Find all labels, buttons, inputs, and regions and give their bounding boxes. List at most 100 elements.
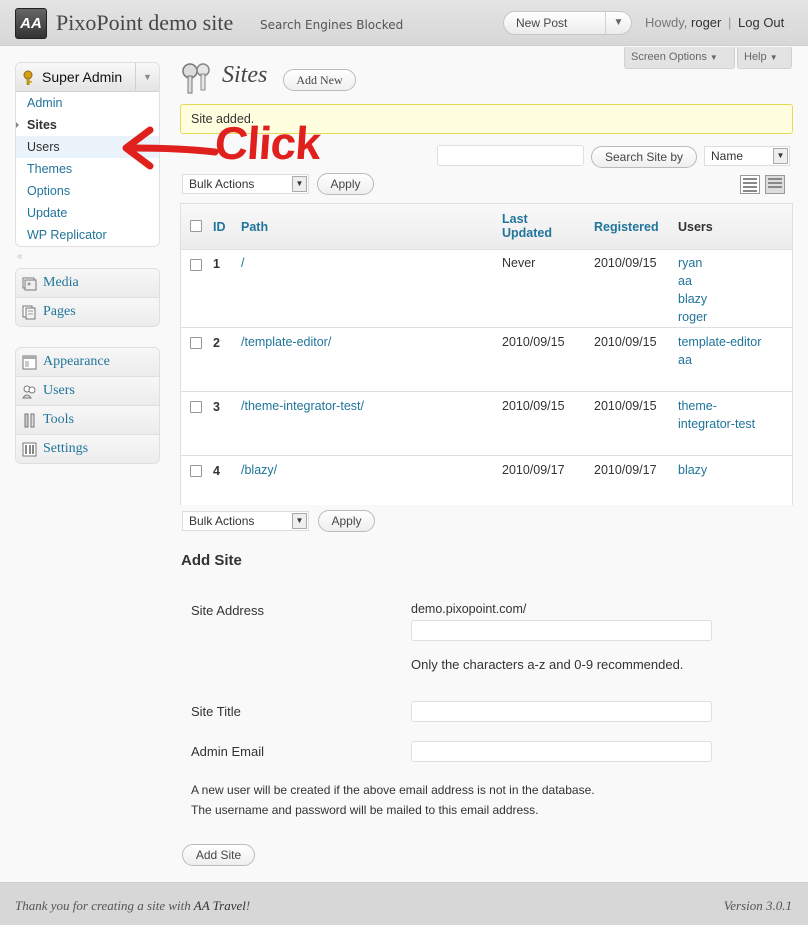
sidebar-item-media[interactable]: Media: [16, 269, 159, 298]
sidebar-item-update[interactable]: Update: [16, 202, 159, 224]
sidebar-item-users-main[interactable]: Users: [16, 377, 159, 406]
user-link[interactable]: blazy: [678, 461, 707, 479]
footer-theme-link[interactable]: AA Travel: [194, 898, 246, 913]
user-link[interactable]: aa: [678, 272, 692, 290]
add-site-heading: Add Site: [181, 552, 242, 569]
table-row: 1 / Never 2010/09/15 ryan aa blazy roger: [181, 250, 792, 328]
menu-separator[interactable]: «: [17, 251, 23, 262]
row-checkbox[interactable]: [190, 337, 202, 349]
sidebar-item-appearance[interactable]: Appearance: [16, 348, 159, 377]
user-link[interactable]: integrator-test: [678, 415, 755, 433]
site-logo[interactable]: AA: [15, 8, 47, 39]
user-link[interactable]: ryan: [678, 254, 702, 272]
bulk-actions-label: Bulk Actions: [189, 514, 255, 528]
sites-table: ID Path Last Updated Registered Users 1 …: [180, 203, 793, 505]
user-link[interactable]: aa: [678, 351, 692, 369]
registered-date: 2010/09/15: [594, 335, 657, 349]
chevron-down-icon: ▼: [773, 148, 788, 164]
column-path[interactable]: Path: [241, 220, 268, 234]
row-checkbox[interactable]: [190, 465, 202, 477]
chevron-down-icon: ▼: [292, 176, 307, 192]
search-field-select[interactable]: Name ▼: [704, 146, 790, 166]
sidebar-item-admin[interactable]: Admin: [16, 92, 159, 114]
column-registered[interactable]: Registered: [594, 220, 659, 234]
column-last-updated[interactable]: Last Updated: [502, 212, 552, 240]
add-site-button[interactable]: Add Site: [182, 844, 255, 866]
site-title[interactable]: PixoPoint demo site: [56, 10, 233, 36]
registered-date: 2010/09/15: [594, 399, 657, 413]
user-link[interactable]: theme-: [678, 397, 717, 415]
pages-icon: [22, 305, 36, 320]
settings-label: Settings: [43, 441, 89, 456]
site-path-link[interactable]: /theme-integrator-test/: [241, 397, 364, 415]
logout-link[interactable]: Log Out: [738, 15, 784, 30]
footer-thanks-prefix: Thank you for creating a site with: [15, 898, 194, 913]
admin-email-input[interactable]: [411, 741, 712, 762]
search-field-value: Name: [711, 149, 744, 163]
table-row: 3 /theme-integrator-test/ 2010/09/15 201…: [181, 392, 792, 456]
pages-label: Pages: [43, 304, 76, 319]
sidebar-item-settings[interactable]: Settings: [16, 435, 159, 463]
footer-thanks-suffix: !: [245, 898, 251, 913]
sidebar-item-pages[interactable]: Pages: [16, 298, 159, 326]
site-path-link[interactable]: /blazy/: [241, 461, 277, 479]
search-site-button[interactable]: Search Site by: [591, 146, 697, 168]
search-input[interactable]: [437, 145, 584, 166]
row-checkbox[interactable]: [190, 259, 202, 271]
site-path-link[interactable]: /template-editor/: [241, 333, 331, 351]
user-info: Howdy, roger | Log Out: [645, 15, 784, 30]
list-view-icon[interactable]: [740, 175, 760, 194]
sites-icon: [182, 63, 210, 94]
domain-prefix: demo.pixopoint.com/: [411, 602, 527, 616]
footer-version: Version 3.0.1: [723, 898, 792, 913]
bulk-actions-label: Bulk Actions: [189, 177, 255, 191]
registered-date: 2010/09/15: [594, 256, 657, 270]
bulk-actions-select-bottom[interactable]: Bulk Actions ▼: [182, 511, 309, 531]
super-admin-menu-head[interactable]: Super Admin ▼: [16, 63, 159, 92]
howdy-text: Howdy,: [645, 15, 688, 30]
profile-link[interactable]: roger: [691, 15, 721, 30]
admin-header: AA PixoPoint demo site Search Engines Bl…: [0, 0, 808, 46]
row-checkbox[interactable]: [190, 401, 202, 413]
favorite-action-label[interactable]: New Post: [516, 16, 567, 30]
site-address-hint: Only the characters a-z and 0-9 recommen…: [411, 657, 684, 672]
separator: |: [728, 15, 732, 30]
sidebar-item-options[interactable]: Options: [16, 180, 159, 202]
help-tab[interactable]: Help ▼: [737, 47, 792, 69]
user-link[interactable]: roger: [678, 308, 707, 326]
footer-thanks: Thank you for creating a site with AA Tr…: [15, 898, 250, 914]
table-row: 2 /template-editor/ 2010/09/15 2010/09/1…: [181, 328, 792, 392]
user-link[interactable]: blazy: [678, 290, 707, 308]
last-updated: 2010/09/15: [502, 335, 565, 349]
apply-button-top[interactable]: Apply: [317, 173, 374, 195]
user-link[interactable]: template-editor: [678, 333, 761, 351]
site-title-input[interactable]: [411, 701, 712, 722]
key-icon: [23, 70, 33, 85]
sidebar-item-tools[interactable]: Tools: [16, 406, 159, 435]
column-last-updated-line2: Updated: [502, 226, 552, 240]
excerpt-view-icon[interactable]: [765, 175, 785, 194]
help-label: Help: [744, 51, 767, 63]
site-path-link[interactable]: /: [241, 254, 244, 272]
bulk-actions-select-top[interactable]: Bulk Actions ▼: [182, 174, 309, 194]
mail-note: The username and password will be mailed…: [191, 803, 539, 817]
chevron-down-icon: ▼: [769, 53, 778, 62]
site-id: 2: [213, 336, 220, 350]
apply-button-bottom[interactable]: Apply: [318, 510, 375, 532]
column-id[interactable]: ID: [213, 220, 226, 234]
screen-options-tab[interactable]: Screen Options ▼: [624, 47, 735, 69]
sidebar-item-wp-replicator[interactable]: WP Replicator: [16, 224, 159, 246]
new-user-note: A new user will be created if the above …: [191, 783, 595, 797]
last-updated: Never: [502, 256, 536, 270]
site-address-label: Site Address: [191, 603, 264, 618]
appearance-menu: Appearance Users Tools Settings: [15, 347, 160, 464]
chevron-down-icon[interactable]: ▼: [135, 63, 159, 91]
appearance-label: Appearance: [43, 354, 110, 369]
chevron-down-icon[interactable]: ▼: [605, 12, 631, 34]
select-all-checkbox[interactable]: [190, 220, 202, 232]
click-annotation-text: Click: [213, 117, 322, 169]
search-engines-blocked-notice[interactable]: Search Engines Blocked: [260, 18, 403, 32]
site-address-input[interactable]: [411, 620, 712, 641]
add-new-button[interactable]: Add New: [283, 69, 356, 91]
favorite-actions-dropdown[interactable]: New Post ▼: [503, 11, 632, 35]
